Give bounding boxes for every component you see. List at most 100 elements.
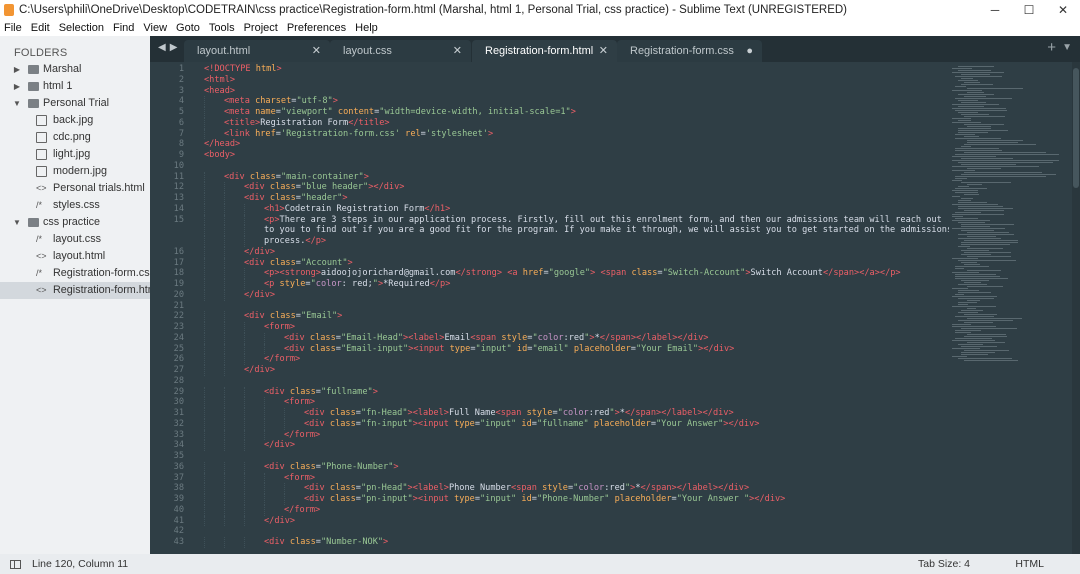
close-window-button[interactable]: ✕ <box>1046 0 1080 19</box>
code-line[interactable]: <p><strong>aidoojojorichard@gmail.com</s… <box>204 268 949 279</box>
menu-file[interactable]: File <box>4 22 22 34</box>
sidebar-item-layout-html[interactable]: <> layout.html <box>0 248 150 265</box>
code-line[interactable] <box>204 161 949 172</box>
code-line[interactable] <box>204 376 949 387</box>
code-line[interactable]: <div class="fn-Head"><label>Full Name<sp… <box>204 408 949 419</box>
code-line[interactable]: <div class="Number-NOK"> <box>204 537 949 548</box>
minimize-button[interactable]: ─ <box>978 0 1012 19</box>
tab-layout-html[interactable]: layout.html ✕ <box>184 40 330 62</box>
code-line[interactable]: <h1>Codetrain Registration Form</h1> <box>204 203 949 215</box>
tab-registration-form-html[interactable]: Registration-form.html ✕ <box>472 40 617 62</box>
code-line[interactable]: <div class="pn-input"><input type="input… <box>204 494 949 505</box>
code-line[interactable]: <p>There are 3 steps in our application … <box>204 214 949 226</box>
code-line[interactable]: <div class="Phone-Number"> <box>204 461 949 473</box>
new-tab-icon[interactable]: + <box>1047 39 1056 56</box>
line-number: 27 <box>173 365 184 375</box>
menu-selection[interactable]: Selection <box>59 22 104 34</box>
maximize-button[interactable]: ☐ <box>1012 0 1046 19</box>
code-line[interactable]: <div class="Account"> <box>204 257 949 269</box>
line-number: 37 <box>173 472 184 483</box>
unsaved-dot-icon[interactable]: ● <box>746 40 753 62</box>
expanded-arrow-icon[interactable]: ▼ <box>12 214 22 231</box>
menu-view[interactable]: View <box>143 22 167 34</box>
menu-goto[interactable]: Goto <box>176 22 200 34</box>
menu-edit[interactable]: Edit <box>31 22 50 34</box>
code-line[interactable]: </form> <box>204 429 949 441</box>
code-line[interactable]: <!DOCTYPE html> <box>204 64 949 75</box>
code-line[interactable]: <head> <box>204 86 949 97</box>
code-line[interactable]: <title>Registration Form</title> <box>204 117 949 129</box>
sidebar-item-cdc-png[interactable]: cdc.png <box>0 129 150 146</box>
sidebar-item-personal-trial[interactable]: ▼ Personal Trial <box>0 95 150 112</box>
code-line[interactable]: <div class="fn-input"><input type="input… <box>204 418 949 430</box>
code-line[interactable]: <div class="fullname"> <box>204 386 949 398</box>
close-tab-icon[interactable]: ✕ <box>453 40 462 62</box>
collapsed-arrow-icon[interactable]: ▶ <box>12 61 22 78</box>
code-line[interactable]: </div> <box>204 515 949 527</box>
code-editor[interactable]: 1 2 3 4 5 6 7 8 9 10 11 12 13 14 15 16 17 18 19 20 21 22 23 24 2… <box>150 62 1080 554</box>
code-line[interactable] <box>204 451 949 462</box>
menu-project[interactable]: Project <box>244 22 278 34</box>
sidebar-item-light-jpg[interactable]: light.jpg <box>0 146 150 163</box>
tab-back-icon[interactable]: ◀ <box>158 42 170 53</box>
tab-layout-css[interactable]: layout.css ✕ <box>330 40 471 62</box>
code-line[interactable]: <div class="Email"> <box>204 311 949 322</box>
sidebar-item-css-practice[interactable]: ▼ css practice <box>0 214 150 231</box>
toggle-sidebar-icon[interactable] <box>10 559 21 569</box>
menu-tools[interactable]: Tools <box>209 22 235 34</box>
sidebar-item-marshal[interactable]: ▶ Marshal <box>0 61 150 78</box>
scrollbar-thumb[interactable] <box>1073 68 1079 188</box>
close-tab-icon[interactable]: ✕ <box>312 40 321 62</box>
cursor-position[interactable]: Line 120, Column 11 <box>32 558 128 570</box>
menu-find[interactable]: Find <box>113 22 134 34</box>
sidebar-item-html-1[interactable]: ▶ html 1 <box>0 78 150 95</box>
sidebar-item-personal-trials-html[interactable]: <> Personal trials.html <box>0 180 150 197</box>
code-line[interactable]: </form> <box>204 354 949 365</box>
code-line[interactable]: <form> <box>204 322 949 333</box>
sidebar-item-registration-form-css[interactable]: /* Registration-form.css <box>0 265 150 282</box>
code-line[interactable]: <body> <box>204 150 949 161</box>
tab-registration-form-css[interactable]: Registration-form.css ● <box>617 40 762 62</box>
code-line[interactable]: process.</p> <box>204 236 949 247</box>
tab-forward-icon[interactable]: ▶ <box>170 42 182 53</box>
code-line[interactable]: <form> <box>204 472 949 484</box>
collapsed-arrow-icon[interactable]: ▶ <box>12 78 22 95</box>
code-line[interactable]: </div> <box>204 365 949 376</box>
sidebar-item-back-jpg[interactable]: back.jpg <box>0 112 150 129</box>
vertical-scrollbar[interactable] <box>1072 62 1080 554</box>
code-line[interactable]: <div class="header"> <box>204 193 949 204</box>
menu-preferences[interactable]: Preferences <box>287 22 346 34</box>
code-line[interactable]: </head> <box>204 139 949 150</box>
code-line[interactable]: <div class="blue header"></div> <box>204 182 949 193</box>
menu-help[interactable]: Help <box>355 22 378 34</box>
code-line[interactable]: <div class="pn-Head"><label>Phone Number… <box>204 483 949 494</box>
code-line[interactable]: <meta name="viewport" content="width=dev… <box>204 107 949 118</box>
sidebar-item-layout-css[interactable]: /* layout.css <box>0 231 150 248</box>
html-file-icon: <> <box>36 183 47 193</box>
code-line[interactable]: </form> <box>204 504 949 516</box>
sidebar-item-modern-jpg[interactable]: modern.jpg <box>0 163 150 180</box>
expanded-arrow-icon[interactable]: ▼ <box>12 95 22 112</box>
code-line[interactable] <box>204 301 949 312</box>
code-line[interactable]: <div class="main-container"> <box>204 171 949 183</box>
close-tab-icon[interactable]: ✕ <box>599 40 608 62</box>
code-line[interactable]: </div> <box>204 440 949 451</box>
code-line[interactable]: <html> <box>204 75 949 86</box>
code-line[interactable]: <form> <box>204 397 949 408</box>
code-line[interactable]: to you to find out if you are a good fit… <box>204 225 949 236</box>
sidebar-item-styles-css[interactable]: /* styles.css <box>0 197 150 214</box>
code-line[interactable]: </div> <box>204 246 949 258</box>
code-text[interactable]: <!DOCTYPE html> <html> <head> <meta charset… <box>204 64 949 548</box>
tab-size-indicator[interactable]: Tab Size: 4 <box>918 558 970 570</box>
syntax-indicator[interactable]: HTML <box>1015 558 1044 570</box>
sidebar-item-registration-form-html[interactable]: <> Registration-form.html <box>0 282 150 299</box>
code-line[interactable]: <meta charset="utf-8"> <box>204 96 949 107</box>
code-line[interactable] <box>204 526 949 537</box>
tab-list-dropdown-icon[interactable]: ▼ <box>1062 42 1072 53</box>
code-line[interactable]: </div> <box>204 289 949 301</box>
code-line[interactable]: <div class="Email-Head"><label>Email<spa… <box>204 332 949 344</box>
minimap[interactable] <box>952 62 1070 554</box>
code-line[interactable]: <div class="Email-input"><input type="in… <box>204 343 949 355</box>
code-line[interactable]: <link href='Registration-form.css' rel='… <box>204 128 949 140</box>
code-line[interactable]: <p style="color: red;">*Required</p> <box>204 279 949 290</box>
